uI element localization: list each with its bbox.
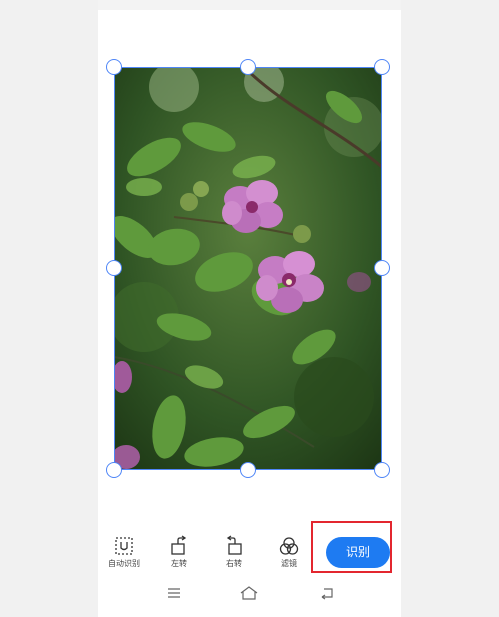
auto-detect-label: 自动识别 (108, 559, 140, 568)
filter-label: 滤镜 (281, 559, 297, 568)
home-icon[interactable] (239, 586, 259, 600)
rotate-right-button[interactable]: 右转 (214, 535, 254, 569)
crop-handle-left[interactable] (106, 260, 122, 276)
crop-handle-right[interactable] (374, 260, 390, 276)
edit-toolbar: 自动识别 左转 右转 滤镜 识别 (98, 521, 401, 581)
back-icon[interactable] (319, 586, 335, 600)
rotate-left-button[interactable]: 左转 (159, 535, 199, 569)
system-nav-bar (98, 581, 401, 607)
rotate-left-label: 左转 (171, 559, 187, 568)
crop-handle-bottom-left[interactable] (106, 462, 122, 478)
filter-icon (279, 537, 299, 555)
menu-icon[interactable] (166, 586, 182, 600)
rotate-right-label: 右转 (226, 559, 242, 568)
auto-detect-button[interactable]: 自动识别 (104, 535, 144, 569)
crop-handle-top-left[interactable] (106, 59, 122, 75)
rotate-left-icon (171, 535, 187, 555)
rotate-right-icon (226, 535, 242, 555)
recognize-button[interactable]: 识别 (326, 537, 390, 568)
status-bar (98, 0, 401, 10)
crop-handle-bottom[interactable] (240, 462, 256, 478)
crop-handle-bottom-right[interactable] (374, 462, 390, 478)
phone-screen: 自动识别 左转 右转 滤镜 识别 (98, 0, 401, 617)
crop-handle-top-right[interactable] (374, 59, 390, 75)
filter-button[interactable]: 滤镜 (269, 535, 309, 569)
crop-handle-top[interactable] (240, 59, 256, 75)
hibiscus-photo (114, 67, 382, 470)
photo-preview (114, 67, 382, 470)
auto-detect-icon (115, 537, 133, 555)
